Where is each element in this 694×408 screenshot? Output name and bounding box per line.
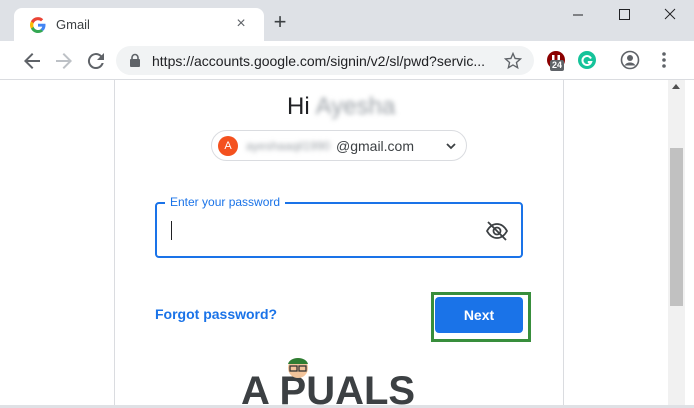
hide-password-eye-icon[interactable] <box>485 220 509 242</box>
greeting-text: Hi <box>287 93 310 120</box>
back-arrow-icon[interactable] <box>20 49 44 73</box>
signin-card: Hi Ayesha A ayeshaaqil1990 @gmail.com Ent… <box>114 80 564 408</box>
account-chip[interactable]: A ayeshaaqil1990 @gmail.com <box>211 130 467 161</box>
scroll-thumb[interactable] <box>670 148 683 306</box>
password-field[interactable]: Enter your password <box>155 195 523 258</box>
address-bar[interactable]: https://accounts.google.com/signin/v2/sl… <box>116 46 534 75</box>
close-window-button[interactable] <box>647 0 693 30</box>
scroll-up-arrow-icon[interactable] <box>672 84 680 89</box>
page-viewport: Hi Ayesha A ayeshaaqil1990 @gmail.com Ent… <box>0 80 694 408</box>
minimize-button[interactable] <box>555 0 601 30</box>
tab-title: Gmail <box>56 17 90 32</box>
google-icon <box>30 17 46 33</box>
appuals-logo: A PUALS <box>241 358 415 408</box>
lock-icon[interactable] <box>128 53 142 68</box>
text-caret <box>171 221 172 240</box>
greeting-name: Ayesha <box>315 93 396 120</box>
bookmark-star-icon[interactable] <box>504 52 522 70</box>
menu-kebab-icon[interactable] <box>654 50 674 70</box>
tab-strip: Gmail × + <box>0 0 694 41</box>
forgot-password-link[interactable]: Forgot password? <box>155 306 277 322</box>
tab-close-icon[interactable]: × <box>232 15 250 33</box>
profile-icon[interactable] <box>620 50 640 70</box>
grammarly-icon[interactable] <box>577 50 597 70</box>
email-domain: @gmail.com <box>336 138 415 154</box>
close-icon <box>664 8 676 20</box>
forward-arrow-icon[interactable] <box>52 49 76 73</box>
greeting-heading: Hi Ayesha <box>287 93 395 121</box>
browser-toolbar: https://accounts.google.com/signin/v2/sl… <box>0 41 694 80</box>
minimize-icon <box>573 14 583 16</box>
reload-icon[interactable] <box>84 49 108 73</box>
tab-gmail[interactable]: Gmail × <box>14 8 264 41</box>
new-tab-button[interactable]: + <box>270 11 290 33</box>
next-button[interactable]: Next <box>435 297 523 333</box>
avatar: A <box>218 136 238 156</box>
email-username: ayeshaaqil1990 <box>246 139 331 153</box>
password-label: Enter your password <box>165 195 286 209</box>
extension-badge: 24 <box>550 60 565 71</box>
maximize-icon <box>619 9 630 20</box>
maximize-button[interactable] <box>601 0 647 30</box>
url-text[interactable]: https://accounts.google.com/signin/v2/sl… <box>152 53 492 69</box>
vertical-scrollbar[interactable] <box>668 80 685 405</box>
appuals-logo-text: A PUALS <box>241 369 415 408</box>
chevron-down-icon <box>446 143 456 150</box>
